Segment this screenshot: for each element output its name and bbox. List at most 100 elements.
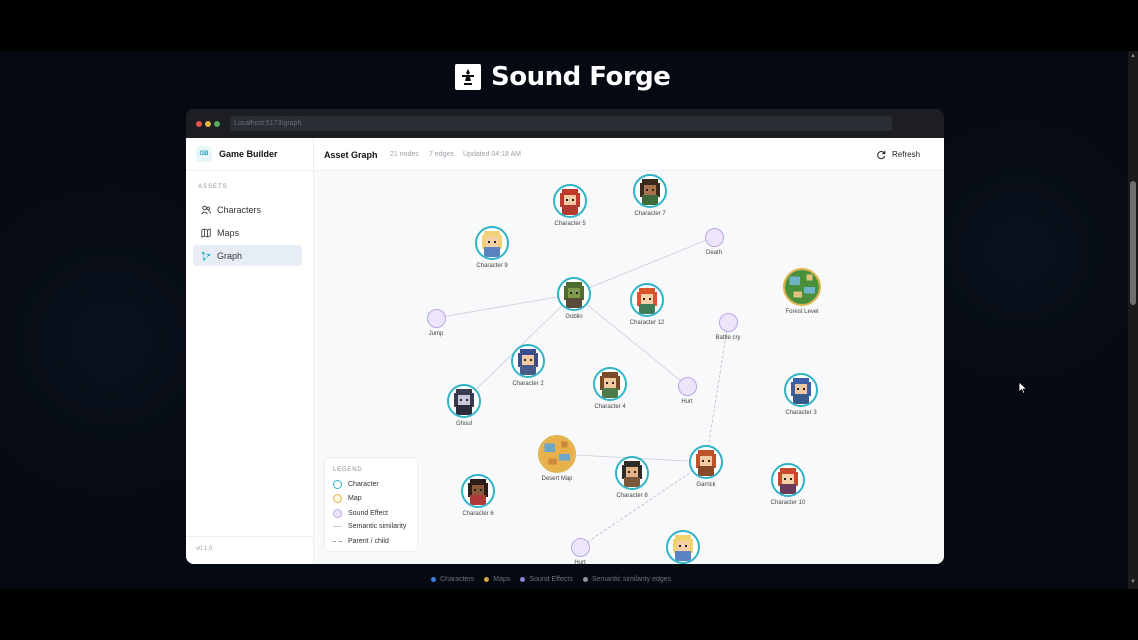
graph-node-jump[interactable]: Jump xyxy=(406,308,466,337)
character-avatar xyxy=(511,344,545,378)
graph-node-goblin[interactable]: Goblin xyxy=(544,277,604,320)
footer-label: Semantic similarity edges xyxy=(591,576,672,583)
graph-node-c4[interactable]: Character 4 xyxy=(580,367,640,410)
graph-node-label: Character 10 xyxy=(770,500,806,506)
main-panel: Asset Graph 21 nodes 7 edges Updated 04:… xyxy=(314,138,944,564)
minimize-dot-icon[interactable] xyxy=(205,121,211,127)
sidebar-item-maps[interactable]: Maps xyxy=(193,222,302,243)
legend-item-character: Character xyxy=(333,480,379,489)
character-avatar xyxy=(689,445,723,479)
graph-node-c12[interactable]: Character 12 xyxy=(617,283,677,326)
divider xyxy=(186,536,314,537)
page-scrollbar[interactable]: ▲ ▼ xyxy=(1128,51,1138,589)
graph-node-label: Ghoul xyxy=(455,421,472,427)
sidebar-item-label: Maps xyxy=(217,227,240,238)
sidebar-item-graph[interactable]: Graph xyxy=(193,245,302,266)
browser-chrome: Localhost:5173/graph xyxy=(186,109,944,138)
graph-node-c3[interactable]: Character 3 xyxy=(771,373,831,416)
sound-effect-node-icon xyxy=(704,227,724,247)
graph-node-ghoul[interactable]: Ghoul xyxy=(434,384,494,427)
graph-node-desert[interactable]: Desert Map xyxy=(527,435,587,482)
similarity-line-icon xyxy=(333,526,342,527)
footer-item-characters: Characters xyxy=(431,576,474,583)
browser-window: Localhost:5173/graph GB Game Builder ASS… xyxy=(186,109,944,564)
graph-node-label: Character 12 xyxy=(629,320,665,326)
sidebar-item-characters[interactable]: Characters xyxy=(193,199,302,220)
map-thumbnail xyxy=(538,435,576,473)
character-avatar xyxy=(475,226,509,260)
character-avatar xyxy=(771,463,805,497)
character-avatar xyxy=(633,174,667,208)
legend-label: Map xyxy=(348,495,362,502)
footer-item-maps: Maps xyxy=(484,576,510,583)
graph-node-c6[interactable]: Character 6 xyxy=(448,474,508,517)
graph-icon xyxy=(201,251,211,260)
character-avatar xyxy=(593,367,627,401)
parent-line-icon xyxy=(333,541,342,542)
character-avatar xyxy=(447,384,481,418)
footer-item-similarity: Semantic similarity edges xyxy=(582,576,672,583)
graph-node-c9[interactable]: Character 9 xyxy=(462,226,522,269)
footer-label: Sound Effects xyxy=(529,576,573,583)
sidebar-item-label: Characters xyxy=(217,204,262,215)
updated-timestamp: Updated 04:18 AM xyxy=(463,151,521,158)
sound-effect-node-icon xyxy=(718,312,738,332)
graph-node-hurt2[interactable]: Hurt xyxy=(550,537,610,565)
graph-node-death[interactable]: Death xyxy=(684,227,744,256)
graph-node-c7[interactable]: Character 7 xyxy=(620,174,680,217)
graph-node-label: Death xyxy=(705,249,722,256)
graph-node-forest[interactable]: Forest Level xyxy=(772,268,832,315)
graph-node-c10[interactable]: Character 10 xyxy=(758,463,818,506)
screen: Sound Forge Localhost:5173/graph GB Game… xyxy=(0,0,1138,640)
sidebar-section-label: ASSETS xyxy=(198,184,228,190)
legend-label: Character xyxy=(348,481,379,488)
sidebar-item-label: Graph xyxy=(217,250,243,261)
graph-node-label: Battle cry xyxy=(715,334,741,341)
character-avatar xyxy=(784,373,818,407)
page-title: Asset Graph xyxy=(324,150,378,160)
refresh-button[interactable]: Refresh xyxy=(876,147,920,162)
close-dot-icon[interactable] xyxy=(196,121,202,127)
graph-node-c2[interactable]: Character 2 xyxy=(498,344,558,387)
sound-effect-node-icon xyxy=(426,308,446,328)
footer-label: Maps xyxy=(493,576,511,583)
app-title: Game Builder xyxy=(219,149,278,159)
address-bar[interactable]: Localhost:5173/graph xyxy=(230,116,892,131)
graph-node-label: Hurt xyxy=(574,559,586,565)
legend-item-parent-child: Parent / child xyxy=(333,538,389,545)
graph-node-label: Hurt xyxy=(681,398,693,405)
graph-canvas[interactable]: Character 5 Character 7 Character 9 Death Go… xyxy=(314,171,944,564)
page-background: Sound Forge Localhost:5173/graph GB Game… xyxy=(0,51,1128,589)
legend-item-similarity: Semantic similarity xyxy=(333,523,406,530)
character-avatar xyxy=(461,474,495,508)
legend: LEGEND Character Map Sound Effect Semant… xyxy=(324,457,418,552)
graph-node-label: Jump xyxy=(428,330,444,337)
refresh-icon xyxy=(877,150,886,159)
graph-node-label: Character 8 xyxy=(616,493,648,499)
graph-node-battlecry[interactable]: Battle cry xyxy=(698,312,758,341)
map-thumbnail xyxy=(783,268,821,306)
maximize-dot-icon[interactable] xyxy=(214,121,220,127)
scroll-down-icon[interactable]: ▼ xyxy=(1130,579,1136,585)
legend-label: Sound Effect xyxy=(348,510,388,517)
sound-effect-node-icon xyxy=(570,537,590,557)
legend-label: Parent / child xyxy=(348,538,389,545)
edges-count: 7 edges xyxy=(429,151,454,158)
map-swatch-icon xyxy=(333,494,342,503)
graph-node-label: Character 2 xyxy=(512,381,544,387)
character-avatar xyxy=(666,530,700,564)
forge-logo-icon xyxy=(455,64,481,90)
mouse-cursor-icon xyxy=(1018,381,1028,395)
graph-node-garrick[interactable]: Garrick xyxy=(676,445,736,488)
legend-item-map: Map xyxy=(333,494,362,503)
graph-node-hurt1[interactable]: Hurt xyxy=(657,376,717,405)
scroll-thumb[interactable] xyxy=(1130,181,1136,305)
graph-node-c8[interactable]: Character 8 xyxy=(602,456,662,499)
footer-legend: Characters Maps Sound Effects Semantic s… xyxy=(431,576,671,583)
sidebar: GB Game Builder ASSETS Characters Maps G… xyxy=(186,138,314,564)
sfx-swatch-icon xyxy=(333,509,342,518)
scroll-up-icon[interactable]: ▲ xyxy=(1130,53,1136,59)
graph-node-blonde[interactable] xyxy=(653,530,713,564)
graph-node-c5[interactable]: Character 5 xyxy=(540,184,600,227)
legend-title: LEGEND xyxy=(333,467,363,473)
